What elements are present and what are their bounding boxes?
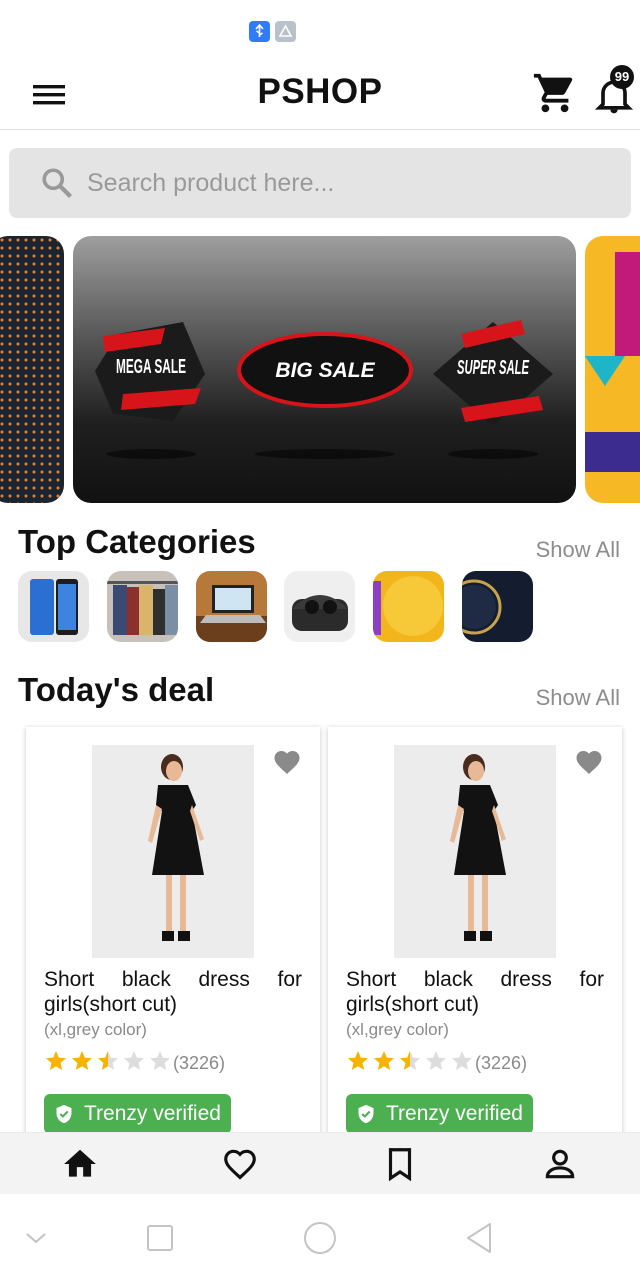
star-full-icon — [46, 1051, 66, 1070]
review-count: (3226) — [173, 1053, 226, 1073]
star-empty-icon — [150, 1051, 170, 1070]
app-bar: PSHOP — [0, 60, 640, 130]
star-half-icon — [400, 1051, 420, 1070]
categories-show-all-link[interactable]: Show All — [536, 537, 620, 563]
nav-bookmark-icon[interactable] — [381, 1145, 419, 1183]
product-subtitle: (xl,grey color) — [346, 1020, 449, 1039]
category-promo[interactable] — [373, 571, 444, 642]
wishlist-heart-icon[interactable] — [574, 747, 604, 775]
app-notification-icon — [275, 21, 296, 42]
star-half-icon — [98, 1051, 118, 1070]
verified-label: Trenzy verified — [386, 1102, 523, 1125]
verified-badge: Trenzy verified — [44, 1094, 231, 1134]
verified-badge: Trenzy verified — [346, 1094, 533, 1134]
notification-badge: 99 — [610, 65, 634, 89]
wishlist-heart-icon[interactable] — [272, 747, 302, 775]
star-full-icon — [348, 1051, 368, 1070]
star-full-icon — [374, 1051, 394, 1070]
verified-shield-icon — [56, 1104, 72, 1124]
nav-heart-icon[interactable] — [221, 1145, 259, 1183]
category-clothes[interactable] — [107, 571, 178, 642]
cart-icon[interactable] — [532, 70, 578, 116]
banner-text-super-sale: SUPER SALE — [457, 357, 529, 379]
system-navigation-bar — [0, 1194, 640, 1280]
categories-title: Top Categories — [18, 523, 256, 560]
category-phone[interactable] — [18, 571, 89, 642]
banner-text-mega-sale: MEGA SALE — [116, 356, 186, 378]
category-earbuds[interactable] — [284, 571, 355, 642]
verified-shield-icon — [358, 1104, 374, 1124]
product-rating — [44, 1049, 174, 1075]
search-icon — [39, 165, 75, 201]
status-bar — [0, 0, 640, 60]
product-card[interactable]: Short black dress for girls(short cut) (… — [26, 727, 320, 1147]
banner-text-big-sale: BIG SALE — [275, 359, 375, 382]
home-circle-icon[interactable] — [302, 1220, 338, 1256]
product-card[interactable]: Short black dress for girls(short cut) (… — [328, 727, 622, 1147]
nav-account-icon[interactable] — [541, 1145, 579, 1183]
search-bar[interactable] — [9, 148, 631, 218]
star-empty-icon — [124, 1051, 144, 1070]
product-image — [394, 745, 556, 958]
bottom-navigation — [0, 1132, 640, 1194]
star-empty-icon — [452, 1051, 472, 1070]
banner-slide-main[interactable]: MEGA SALE BIG SALE SUPER SALE — [73, 236, 576, 503]
product-image — [92, 745, 254, 958]
search-input[interactable] — [87, 148, 607, 218]
product-rating — [346, 1049, 476, 1075]
usb-icon — [249, 21, 270, 42]
banner-slide-previous[interactable] — [0, 236, 64, 503]
verified-label: Trenzy verified — [84, 1102, 221, 1125]
product-subtitle: (xl,grey color) — [44, 1020, 147, 1039]
category-sale[interactable] — [462, 571, 533, 642]
hide-nav-chevron-down-icon[interactable] — [18, 1220, 54, 1256]
review-count: (3226) — [475, 1053, 528, 1073]
product-title: Short black dress for girls(short cut) — [346, 968, 604, 1016]
back-triangle-icon[interactable] — [462, 1220, 498, 1256]
banner-slide-next[interactable] — [585, 236, 640, 503]
product-title: Short black dress for girls(short cut) — [44, 968, 302, 1016]
deals-title: Today's deal — [18, 671, 215, 708]
recent-apps-icon[interactable] — [142, 1220, 178, 1256]
category-laptop[interactable] — [196, 571, 267, 642]
nav-home-icon[interactable] — [61, 1145, 99, 1183]
star-full-icon — [72, 1051, 92, 1070]
deals-show-all-link[interactable]: Show All — [536, 685, 620, 711]
star-empty-icon — [426, 1051, 446, 1070]
